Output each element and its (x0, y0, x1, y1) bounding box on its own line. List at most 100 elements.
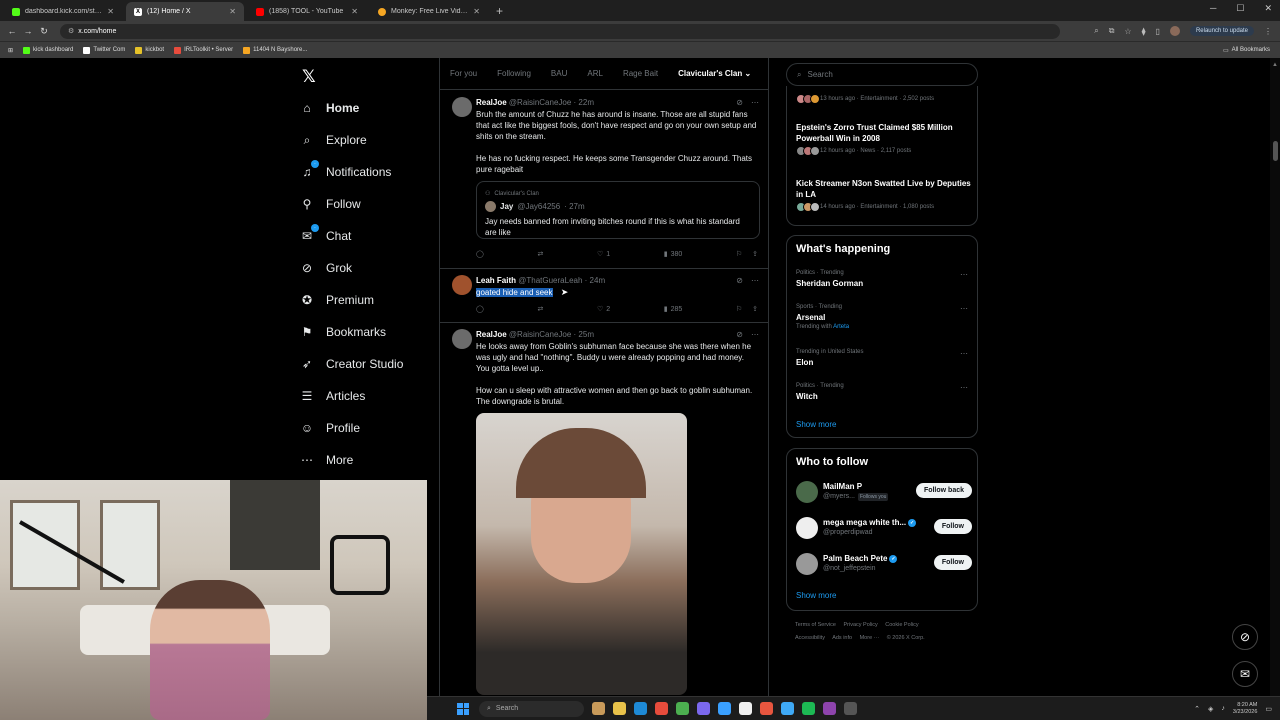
share-icon[interactable]: ⇪ (752, 250, 758, 258)
profile-avatar[interactable] (1169, 26, 1180, 36)
footer-link[interactable]: Privacy Policy (844, 622, 878, 628)
author-name[interactable]: RealJoe (476, 330, 507, 339)
app-icon[interactable] (718, 702, 731, 715)
tweet-time[interactable]: · 22m (574, 98, 594, 107)
trend-item[interactable]: Trending in United States Elon ⋯ (796, 349, 972, 367)
author-handle[interactable]: @RaisinCaneJoe (509, 330, 571, 339)
author-name[interactable]: RealJoe (476, 98, 507, 107)
news-item[interactable]: 13 hours ago · Entertainment · 2,502 pos… (796, 92, 972, 104)
discord-icon[interactable] (697, 702, 710, 715)
install-icon[interactable]: ⧉ (1109, 26, 1115, 36)
browser-tab-youtube[interactable]: (1858) TOOL - YouTube ✕ (248, 2, 366, 21)
bookmark-icon[interactable]: ⚐ (736, 250, 742, 258)
scroll-up-icon[interactable]: ▲ (1272, 62, 1278, 68)
nav-creator-studio[interactable]: ➶ Creator Studio (300, 354, 403, 374)
more-options-icon[interactable]: ⋯ (960, 383, 968, 392)
trend-item[interactable]: Politics · Trending Witch ⋯ (796, 383, 972, 401)
like-button[interactable]: ♡ 1 (597, 250, 610, 259)
nav-bookmarks[interactable]: ⚑ Bookmarks (300, 322, 386, 342)
back-icon[interactable]: ← (4, 26, 20, 36)
tab-rage-bait[interactable]: Rage Bait (623, 69, 658, 78)
nav-home[interactable]: ⌂ Home (300, 98, 359, 118)
app-icon[interactable] (781, 702, 794, 715)
footer-link[interactable]: Cookie Policy (885, 622, 918, 628)
tweet-media-image[interactable] (476, 413, 687, 695)
author-name[interactable]: Leah Faith (476, 276, 516, 285)
tweet[interactable]: RealJoe @RaisinCaneJoe · 22m ⊘ ⋯ Bruh the… (440, 91, 768, 269)
grok-icon[interactable]: ⊘ (736, 98, 743, 107)
chrome-icon[interactable] (676, 702, 689, 715)
browser-tab-monkey[interactable]: Monkey: Free Live Video C ✕ (370, 2, 488, 21)
nav-explore[interactable]: ⌕ Explore (300, 130, 367, 150)
browser-tab-kick[interactable]: dashboard.kick.com/stream ✕ (4, 2, 122, 21)
apps-icon[interactable]: ⊞ (8, 47, 13, 54)
more-options-icon[interactable]: ⋯ (751, 330, 759, 339)
site-info-icon[interactable]: ⚙ (68, 27, 74, 35)
footer-link[interactable]: More ··· (860, 635, 880, 641)
author-handle[interactable]: @ThatGueraLeah (518, 276, 582, 285)
tweet-time[interactable]: · 24m (585, 276, 605, 285)
share-icon[interactable]: ⇪ (752, 305, 758, 313)
grok-fab-icon[interactable]: ⊘ (1232, 624, 1258, 650)
relaunch-button[interactable]: Relaunch to update (1189, 26, 1254, 36)
avatar[interactable] (796, 481, 818, 503)
reply-icon[interactable]: ◯ (476, 250, 484, 258)
chevron-up-icon[interactable]: ⌃ (1194, 705, 1200, 713)
tab-arl[interactable]: ARL (587, 69, 603, 78)
show-more-link[interactable]: Show more (796, 420, 836, 429)
close-tab-icon[interactable]: ✕ (473, 7, 480, 16)
follow-back-button[interactable]: Follow back (915, 483, 972, 498)
zoom-icon[interactable]: ⌕ (1094, 26, 1098, 36)
bookmark-icon[interactable]: ⚐ (736, 305, 742, 313)
retweet-icon[interactable]: ⇄ (537, 305, 543, 313)
nav-follow[interactable]: ⚲ Follow (300, 194, 361, 214)
edge-icon[interactable] (634, 702, 647, 715)
x-logo-icon[interactable]: 𝕏 (302, 67, 316, 87)
follow-suggestion[interactable]: Palm Beach Pete ✓ @not_jeffepstein Follow (796, 553, 972, 577)
reload-icon[interactable]: ↻ (36, 26, 52, 37)
quote-tweet[interactable]: ⚇ Clavicular's Clan Jay @Jay64256 · 27m Jay… (476, 181, 760, 239)
author-handle[interactable]: @RaisinCaneJoe (509, 98, 571, 107)
footer-link[interactable]: Terms of Service (795, 622, 836, 628)
nav-premium[interactable]: ✪ Premium (300, 290, 374, 310)
notification-center-icon[interactable]: ▭ (1265, 705, 1272, 713)
more-options-icon[interactable]: ⋯ (960, 349, 968, 358)
tab-clavicular-clan[interactable]: Clavicular's Clan ⌄ (678, 69, 751, 78)
close-tab-icon[interactable]: ✕ (351, 7, 358, 16)
show-more-link[interactable]: Show more (796, 591, 836, 600)
tab-following[interactable]: Following (497, 69, 531, 78)
bookmark-kickbot[interactable]: kickbot (135, 46, 164, 54)
close-tab-icon[interactable]: ✕ (107, 7, 114, 16)
follow-suggestion[interactable]: mega mega white th... ✓ @properdipwad Fol… (796, 517, 972, 541)
more-options-icon[interactable]: ⋯ (751, 276, 759, 285)
like-button[interactable]: ♡ 2 (597, 305, 610, 314)
spotify-icon[interactable] (802, 702, 815, 715)
reply-icon[interactable]: ◯ (476, 305, 484, 313)
taskbar-search[interactable]: ⌕ Search (479, 700, 584, 717)
close-tab-icon[interactable]: ✕ (229, 7, 236, 16)
steam-icon[interactable] (844, 702, 857, 715)
trend-item[interactable]: Politics · Trending Sheridan Gorman ⋯ (796, 270, 972, 288)
follow-button[interactable]: Follow (933, 555, 972, 570)
url-input[interactable]: ⚙ x.com/home (60, 23, 1060, 39)
news-item[interactable]: Epstein's Zorro Trust Claimed $85 Millio… (796, 122, 972, 156)
avatar[interactable] (452, 275, 472, 295)
minimize-icon[interactable]: ─ (1210, 3, 1216, 14)
avatar[interactable] (796, 517, 818, 539)
widget-app-icon[interactable] (592, 702, 605, 715)
views-button[interactable]: ▮ 380 (664, 250, 683, 259)
tweet[interactable]: Leah Faith @ThatGueraLeah · 24m ⊘ ⋯ goate… (440, 269, 768, 323)
tab-for-you[interactable]: For you (450, 69, 477, 78)
forward-icon[interactable]: → (20, 26, 36, 36)
scrollbar[interactable]: ▲ (1270, 58, 1280, 696)
maximize-icon[interactable]: ☐ (1236, 3, 1244, 14)
active-app-icon[interactable] (760, 702, 773, 715)
nav-profile[interactable]: ☺ Profile (300, 418, 360, 438)
browser-tab-x-home[interactable]: X (12) Home / X ✕ (126, 2, 244, 21)
star-icon[interactable]: ☆ (1124, 27, 1131, 36)
sidebar-icon[interactable]: ▯ (1156, 27, 1160, 36)
grok-icon[interactable]: ⊘ (736, 276, 743, 285)
trend-with-link[interactable]: Arteta (833, 324, 849, 330)
bookmark-twitter[interactable]: Twitter Com (83, 46, 125, 54)
follow-button[interactable]: Follow (933, 519, 972, 534)
